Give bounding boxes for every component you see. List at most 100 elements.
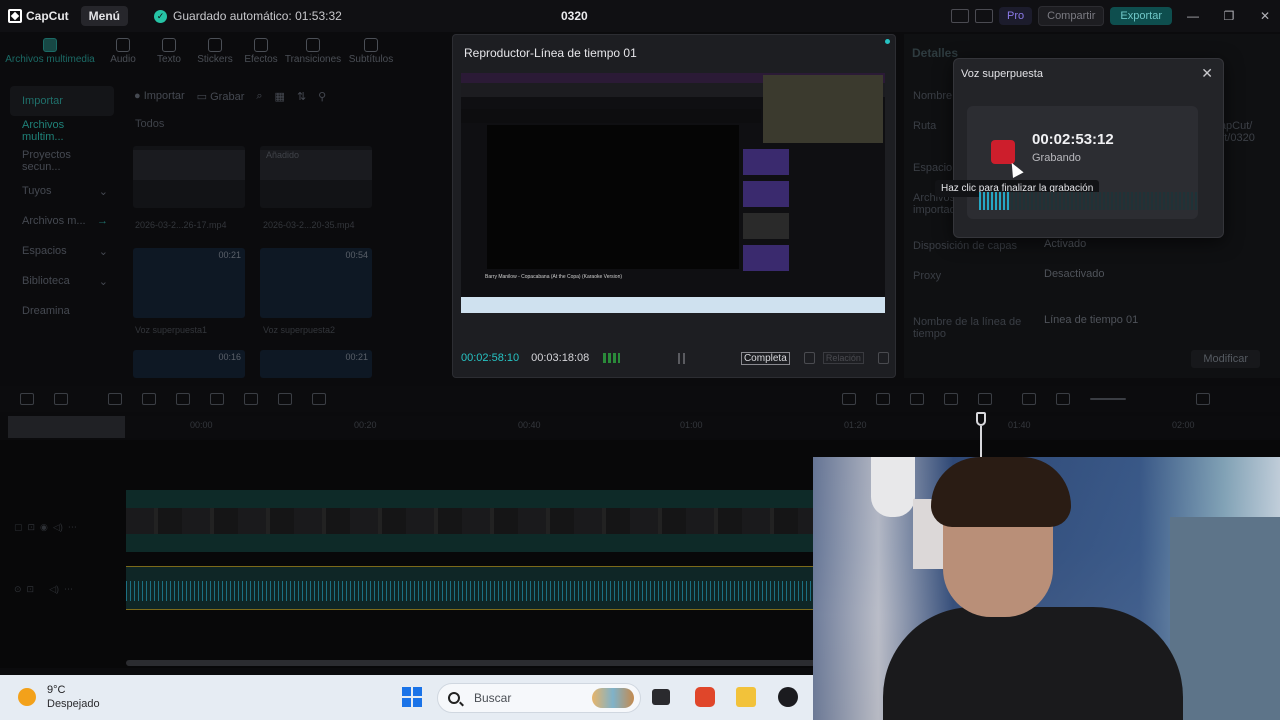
weather-description[interactable]: Despejado	[47, 698, 100, 710]
preview-axis-icon[interactable]	[910, 393, 924, 405]
tick-label: 00:40	[518, 420, 541, 430]
video-clip[interactable]	[126, 490, 816, 552]
brave-browser-icon[interactable]	[695, 687, 715, 707]
split-icon[interactable]	[176, 393, 190, 405]
filter-icon[interactable]: ⚲	[318, 90, 326, 103]
minimize-icon[interactable]: —	[1178, 9, 1208, 23]
pause-icon[interactable]	[677, 352, 685, 364]
weather-temperature[interactable]: 9°C	[47, 684, 65, 696]
microphone-icon[interactable]	[842, 393, 856, 405]
grid-view-icon[interactable]: ▦	[275, 90, 285, 103]
app-name: CapCut	[26, 9, 69, 23]
sidenav-yours[interactable]: Tuyos ⌄	[10, 176, 114, 206]
input-level-fill	[979, 192, 1010, 210]
zoom-fit-icon[interactable]	[1196, 393, 1210, 405]
undo-icon[interactable]	[108, 393, 122, 405]
stop-recording-button[interactable]	[991, 140, 1015, 164]
redo-icon[interactable]	[142, 393, 156, 405]
sidenav-library[interactable]: Biblioteca ⌄	[10, 266, 114, 296]
weather-icon[interactable]	[18, 688, 36, 706]
sidenav-media[interactable]: Archivos multim...	[10, 116, 114, 146]
media-clip-thumbnail[interactable]	[133, 146, 245, 208]
detail-label: Ruta	[913, 120, 937, 132]
tool-text[interactable]: Texto	[146, 34, 192, 72]
tool-audio[interactable]: Audio	[100, 34, 146, 72]
detail-value: Activado	[1044, 238, 1087, 250]
taskbar-search[interactable]: Buscar	[437, 683, 641, 713]
magnet-icon[interactable]	[944, 393, 958, 405]
import-media-button[interactable]: ● Importar	[134, 90, 185, 102]
tool-effects[interactable]: Efectos	[238, 34, 284, 72]
pro-button[interactable]: Pro	[999, 7, 1033, 25]
zoom-slider[interactable]	[1090, 398, 1126, 400]
menu-button[interactable]: Menú	[80, 6, 129, 26]
link-icon[interactable]	[876, 393, 890, 405]
sidenav-secondary-projects[interactable]: Proyectos secun...	[10, 146, 114, 176]
clip-name: Voz superpuesta2	[263, 325, 336, 335]
zoom-out-icon[interactable]	[1056, 393, 1070, 405]
close-icon[interactable]: ✕	[1201, 65, 1213, 82]
sort-icon[interactable]: ⇅	[297, 90, 306, 103]
ratio-button[interactable]: Relación	[822, 352, 864, 364]
trim-left-icon[interactable]	[210, 393, 224, 405]
share-button[interactable]: Compartir	[1038, 6, 1105, 26]
shortcuts-icon[interactable]	[975, 9, 993, 23]
fullscreen-icon[interactable]	[877, 352, 889, 364]
windows-start-icon[interactable]	[402, 687, 422, 707]
timeline-ruler[interactable]: 00:00 00:20 00:40 01:00 01:20 01:40 02:0…	[8, 416, 1280, 438]
tool-subtitles[interactable]: Subtítulos	[342, 34, 400, 72]
close-window-icon[interactable]: ✕	[1250, 9, 1280, 23]
delete-icon[interactable]	[278, 393, 292, 405]
trim-right-icon[interactable]	[244, 393, 258, 405]
playhead-handle[interactable]	[976, 412, 986, 426]
voice-overlay-dialog: Voz superpuesta ✕ 00:02:53:12 Grabando H…	[935, 58, 1224, 238]
audio-track-header: ⊙ ⊡ ◁) ⋯	[14, 584, 74, 594]
audio-clip[interactable]	[126, 566, 816, 610]
sidenav-dreamina[interactable]: Dreamina	[10, 296, 114, 326]
tool-media[interactable]: Archivos multimedia	[0, 34, 100, 72]
capcut-taskbar-icon[interactable]	[778, 687, 798, 707]
caption-icon[interactable]	[1022, 393, 1036, 405]
search-media-icon[interactable]: ⌕	[256, 90, 262, 103]
youtube-header	[461, 109, 761, 123]
shield-icon[interactable]	[312, 393, 326, 405]
media-clip-thumbnail[interactable]: Añadido	[260, 146, 372, 208]
tool-transitions[interactable]: Transiciones	[284, 34, 342, 72]
snap-icon[interactable]	[978, 393, 992, 405]
modify-button[interactable]: Modificar	[1191, 350, 1260, 368]
detail-label: Nombre de la línea de tiempo	[913, 316, 1022, 340]
sidenav-files[interactable]: Archivos m... →	[10, 206, 114, 236]
detail-value: Línea de tiempo 01	[1044, 314, 1139, 326]
project-title[interactable]: 0320	[561, 9, 588, 23]
input-level-meter	[979, 192, 1197, 210]
export-button[interactable]: Exportar	[1110, 7, 1172, 25]
full-view-button[interactable]: Completa	[740, 351, 790, 365]
file-explorer-icon[interactable]	[736, 687, 756, 707]
detail-value: Desactivado	[1044, 268, 1105, 280]
sidenav-import[interactable]: Importar	[10, 86, 114, 116]
audio-clip-thumbnail[interactable]: 00:21	[260, 350, 372, 378]
select-tool-icon[interactable]	[54, 393, 68, 405]
crop-icon[interactable]	[803, 352, 815, 364]
tick-label: 01:00	[680, 420, 703, 430]
maximize-icon[interactable]: ❐	[1214, 9, 1244, 23]
sidenav-spaces[interactable]: Espacios ⌄	[10, 236, 114, 266]
dialog-title: Voz superpuesta	[961, 68, 1043, 80]
search-placeholder: Buscar	[474, 691, 512, 705]
player-preview[interactable]: Barry Manilow - Copacabana (At the Copa)…	[461, 73, 885, 313]
audio-clip-thumbnail[interactable]: 00:54	[260, 248, 372, 318]
audio-clip-thumbnail[interactable]: 00:21	[133, 248, 245, 318]
audio-clip-thumbnail[interactable]: 00:16	[133, 350, 245, 378]
poster-image	[871, 457, 915, 517]
add-track-icon[interactable]	[20, 393, 34, 405]
record-button[interactable]: ▭ Grabar	[197, 90, 245, 103]
layout-icon[interactable]	[951, 9, 969, 23]
filter-all-label[interactable]: Todos	[135, 118, 164, 130]
timeline-scrollbar[interactable]	[126, 660, 816, 666]
tool-stickers[interactable]: Stickers	[192, 34, 238, 72]
chevron-down-icon: ⌄	[98, 245, 108, 258]
chevron-down-icon: ⌄	[98, 185, 108, 198]
sticker-icon	[208, 38, 222, 52]
person-hair	[931, 457, 1071, 527]
task-view-icon[interactable]	[652, 689, 670, 705]
